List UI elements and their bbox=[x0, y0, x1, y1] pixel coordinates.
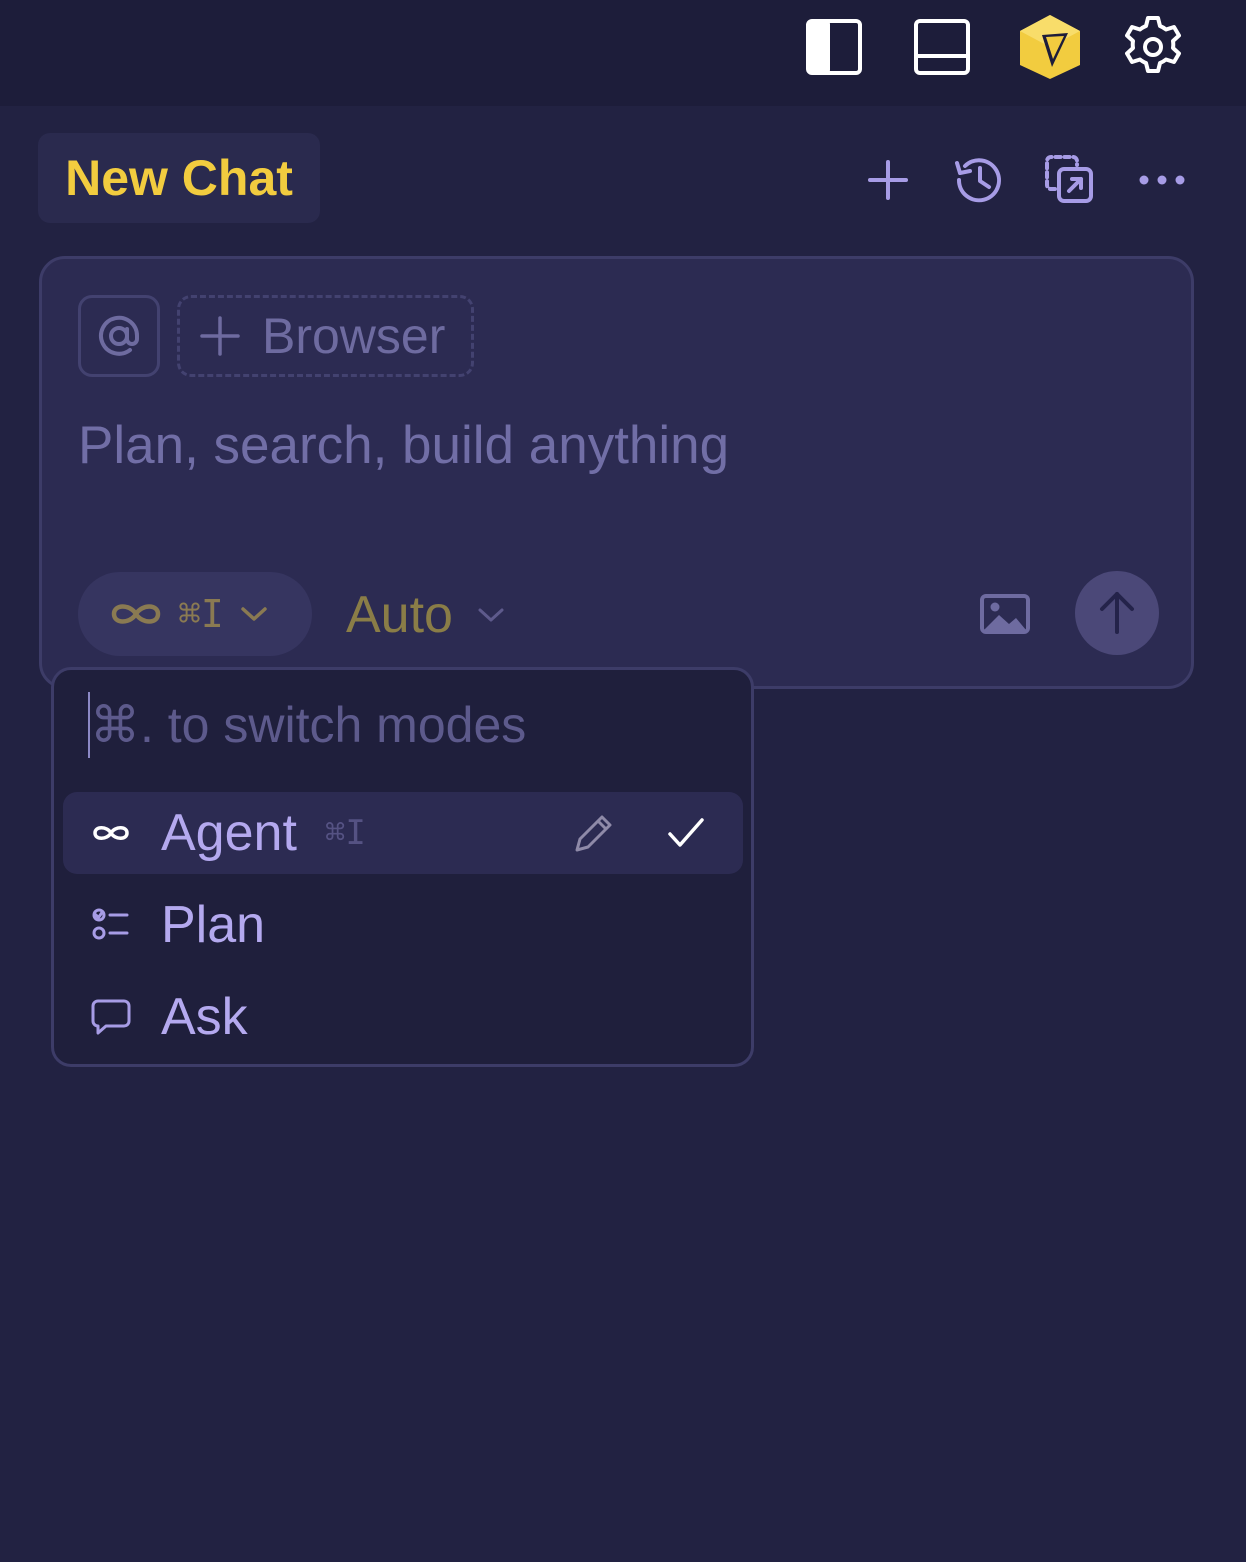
image-icon[interactable] bbox=[976, 589, 1034, 639]
mode-shortcut: ⌘I bbox=[324, 813, 366, 853]
infinity-icon bbox=[111, 604, 161, 624]
chat-bubble-icon bbox=[85, 991, 137, 1043]
mode-label: Ask bbox=[161, 988, 248, 1046]
cursor-logo-icon[interactable] bbox=[1017, 14, 1083, 80]
prompt-input[interactable] bbox=[78, 405, 1138, 485]
mode-item-plan[interactable]: Plan bbox=[63, 884, 743, 966]
send-button[interactable] bbox=[1075, 571, 1159, 655]
chevron-down-icon bbox=[478, 608, 504, 622]
mention-button[interactable] bbox=[78, 295, 160, 377]
mode-label: Agent bbox=[161, 804, 297, 862]
plus-icon[interactable] bbox=[858, 150, 918, 210]
mode-item-agent[interactable]: Agent ⌘I bbox=[63, 792, 743, 874]
toggle-panel-icon[interactable] bbox=[909, 14, 975, 80]
checkmark-icon bbox=[663, 810, 709, 856]
mode-selector-button[interactable]: ⌘I bbox=[78, 572, 312, 656]
mode-label: Plan bbox=[161, 896, 266, 954]
checklist-icon bbox=[85, 899, 137, 951]
mode-search-input[interactable] bbox=[88, 692, 710, 758]
at-icon bbox=[99, 315, 140, 356]
mode-item-ask[interactable]: Ask bbox=[63, 976, 743, 1058]
tab-new-chat[interactable]: New Chat bbox=[38, 133, 320, 223]
model-select[interactable]: Auto bbox=[346, 575, 505, 655]
chevron-down-icon bbox=[241, 607, 267, 621]
arrow-up-icon bbox=[1100, 592, 1134, 634]
more-icon[interactable] bbox=[1132, 150, 1192, 210]
browser-label: Browser bbox=[262, 308, 446, 364]
gear-icon[interactable] bbox=[1120, 14, 1186, 80]
chat-composer: Browser ⌘I Auto bbox=[39, 256, 1194, 689]
plus-icon bbox=[198, 314, 242, 358]
pencil-icon[interactable] bbox=[571, 810, 617, 856]
mode-shortcut: ⌘I bbox=[178, 592, 224, 636]
add-browser-context-button[interactable]: Browser bbox=[177, 295, 474, 377]
toggle-sidebar-icon[interactable] bbox=[801, 14, 867, 80]
open-in-window-icon[interactable] bbox=[1040, 150, 1100, 210]
mode-menu: Agent ⌘I bbox=[51, 667, 754, 1067]
model-value: Auto bbox=[346, 586, 453, 644]
history-icon[interactable] bbox=[948, 150, 1008, 210]
tab-label: New Chat bbox=[65, 150, 293, 206]
infinity-icon bbox=[85, 807, 137, 859]
title-bar bbox=[0, 0, 1246, 106]
